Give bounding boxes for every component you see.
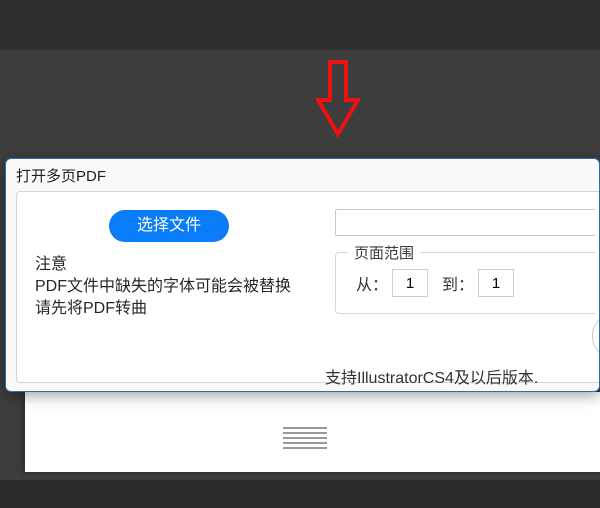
notice-line1: PDF文件中缺失的字体可能会被替换 — [35, 276, 317, 298]
notice-block: 注意 PDF文件中缺失的字体可能会被替换 请先将PDF转曲 — [35, 254, 317, 320]
document-page — [25, 392, 600, 472]
annotation-arrow-down-icon — [316, 60, 360, 143]
round-button[interactable] — [592, 315, 600, 357]
page-range-group: 页面范围 从： 到： — [335, 252, 595, 314]
from-label: 从： — [356, 271, 388, 295]
notice-line2: 请先将PDF转曲 — [35, 298, 317, 320]
open-multipage-pdf-dialog: 打开多页PDF 选择文件 注意 PDF文件中缺失的字体可能会被替换 请先将PDF… — [5, 158, 600, 392]
from-page-input[interactable] — [392, 269, 428, 297]
dialog-body: 选择文件 注意 PDF文件中缺失的字体可能会被替换 请先将PDF转曲 页面范围 … — [16, 191, 599, 383]
file-path-input[interactable] — [335, 209, 595, 236]
to-label: 到： — [442, 271, 474, 295]
version-support-text: 支持IllustratorCS4及以后版本. — [325, 364, 538, 388]
select-file-button[interactable]: 选择文件 — [109, 210, 229, 242]
to-page-input[interactable] — [478, 269, 514, 297]
notice-heading: 注意 — [35, 254, 317, 276]
page-thumbnail-lines — [283, 427, 327, 452]
dialog-title: 打开多页PDF — [16, 165, 106, 186]
page-range-legend: 页面范围 — [348, 242, 420, 263]
